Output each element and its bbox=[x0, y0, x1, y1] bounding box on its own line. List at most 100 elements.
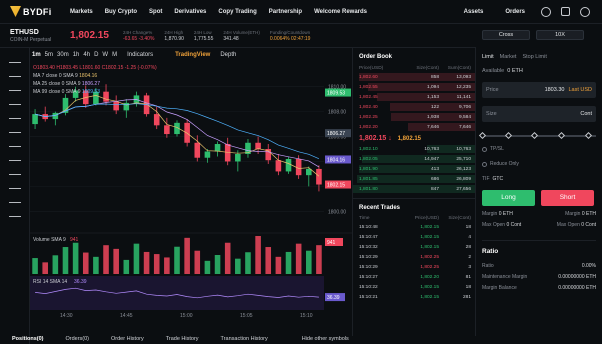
tab-trade-history[interactable]: Trade History bbox=[166, 336, 199, 344]
channel-icon[interactable] bbox=[9, 98, 21, 105]
slider-step[interactable] bbox=[504, 131, 513, 140]
chart-svg[interactable]: 1810.001808.001806.001804.001802.001800.… bbox=[30, 62, 352, 320]
reduce-only-checkbox[interactable]: Reduce Only bbox=[482, 161, 596, 167]
bid-row[interactable]: 1,802.10 10,763 10,763 bbox=[353, 144, 475, 154]
trash-icon[interactable] bbox=[9, 210, 21, 217]
trade-row[interactable]: 15:10:29 1,802.25 3 bbox=[353, 262, 475, 272]
horizontal-line-icon[interactable] bbox=[9, 84, 21, 91]
timeframe-1h[interactable]: 1h bbox=[73, 52, 80, 58]
mm-value: 0.00000000 ETH bbox=[558, 274, 596, 280]
trade-row[interactable]: 15:10:29 1,802.25 2 bbox=[353, 252, 475, 262]
trade-row[interactable]: 15:10:27 1,802.20 81 bbox=[353, 272, 475, 282]
trade-row[interactable]: 15:10:48 1,802.15 18 bbox=[353, 222, 475, 232]
nav-copy-trading[interactable]: Copy Trading bbox=[212, 9, 262, 15]
price-suffix[interactable]: Last USD bbox=[568, 87, 592, 93]
cell-size: 1,802.15 bbox=[420, 284, 439, 290]
timeframe-30m[interactable]: 30m bbox=[57, 52, 69, 58]
nav-derivatives[interactable]: Derivatives bbox=[168, 9, 212, 15]
price-input[interactable]: Price 1803.30 Last USD bbox=[482, 82, 596, 98]
leverage-button[interactable]: 10X bbox=[536, 30, 584, 40]
cross-margin-button[interactable]: Cross bbox=[482, 30, 530, 40]
nav-orders[interactable]: Orders bbox=[499, 9, 531, 15]
pitchfork-icon[interactable] bbox=[9, 112, 21, 119]
tif-label: TIF bbox=[482, 176, 490, 182]
nav-buy-crypto[interactable]: Buy Crypto bbox=[99, 9, 143, 15]
tab-positions[interactable]: Positions(0) bbox=[12, 336, 43, 344]
tab-transaction-history[interactable]: Transaction History bbox=[221, 336, 268, 344]
timeframe-d[interactable]: D bbox=[94, 52, 98, 58]
tab-market[interactable]: Market bbox=[500, 54, 517, 60]
cell-price: 1,801.80 bbox=[359, 186, 378, 192]
user-icon[interactable] bbox=[541, 6, 551, 17]
ask-row[interactable]: 1,802.55 1,094 12,235 bbox=[353, 82, 475, 92]
nav-partnership[interactable]: Partnership bbox=[263, 9, 308, 15]
nav-welcome-rewards[interactable]: Welcome Rewards bbox=[308, 9, 373, 15]
depth-tab[interactable]: Depth bbox=[220, 52, 236, 58]
short-button[interactable]: Short bbox=[541, 190, 594, 206]
mid-price-value: 1,802.15 bbox=[359, 135, 387, 142]
cell-price: 15:10:21 bbox=[359, 294, 378, 300]
lock-icon[interactable] bbox=[9, 182, 21, 189]
hide-other-symbols[interactable]: Hide other symbols bbox=[302, 336, 349, 344]
download-icon[interactable] bbox=[561, 7, 570, 16]
bid-row[interactable]: 1,801.85 686 26,809 bbox=[353, 174, 475, 184]
ask-row[interactable]: 1,802.20 7,646 7,646 bbox=[353, 122, 475, 132]
margin-balance-row: Margin Balance 0.00000000 ETH bbox=[482, 285, 596, 291]
crosshair-icon[interactable] bbox=[9, 56, 21, 63]
timeframe-4h[interactable]: 4h bbox=[83, 52, 90, 58]
pattern-icon[interactable] bbox=[9, 140, 21, 147]
ask-row[interactable]: 1,802.25 1,938 9,584 bbox=[353, 112, 475, 122]
nav-spot[interactable]: Spot bbox=[143, 9, 168, 15]
ask-row[interactable]: 1,802.60 858 13,093 bbox=[353, 72, 475, 82]
eye-icon[interactable] bbox=[9, 196, 21, 203]
ruler-icon[interactable] bbox=[9, 154, 21, 161]
bottom-tabs: Positions(0) Orders(0) Order History Tra… bbox=[0, 336, 476, 344]
slider-step[interactable] bbox=[557, 131, 566, 140]
size-slider[interactable] bbox=[478, 131, 596, 140]
symbol-name: ETHUSD bbox=[10, 28, 39, 36]
tradingview-tab[interactable]: TradingView bbox=[175, 52, 210, 58]
tab-orders[interactable]: Orders(0) bbox=[65, 336, 89, 344]
bid-row[interactable]: 1,801.80 847 27,656 bbox=[353, 184, 475, 194]
trendline-icon[interactable] bbox=[9, 70, 21, 77]
symbol-selector[interactable]: ETHUSD COIN-M Perpetual bbox=[0, 29, 70, 43]
timeframe-m[interactable]: M bbox=[112, 52, 117, 58]
legend-ma25-value: 1806.27 bbox=[81, 81, 100, 87]
mm-label: Maintenance Margin bbox=[482, 274, 528, 280]
ask-row[interactable]: 1,802.45 1,153 11,141 bbox=[353, 92, 475, 102]
size-unit[interactable]: Cont bbox=[580, 111, 592, 117]
slider-handle[interactable] bbox=[478, 131, 487, 140]
tif-select[interactable]: TIF GTC bbox=[482, 176, 596, 182]
text-icon[interactable] bbox=[9, 126, 21, 133]
timeframe-1m[interactable]: 1m bbox=[32, 52, 41, 58]
trade-row[interactable]: 15:10:47 1,802.15 4 bbox=[353, 232, 475, 242]
tab-stop-limit[interactable]: Stop Limit bbox=[522, 54, 546, 60]
timeframe-w[interactable]: W bbox=[102, 52, 108, 58]
top-navigation: BYDFi Markets Buy Crypto Spot Derivative… bbox=[0, 0, 602, 24]
indicators-button[interactable]: Indicators bbox=[127, 52, 153, 58]
ask-row[interactable]: 1,802.40 122 9,706 bbox=[353, 102, 475, 112]
size-input[interactable]: Size Cont bbox=[482, 106, 596, 122]
nav-markets[interactable]: Markets bbox=[64, 9, 99, 15]
bid-row[interactable]: 1,802.05 14,947 25,710 bbox=[353, 154, 475, 164]
trade-row[interactable]: 15:10:32 1,802.15 28 bbox=[353, 242, 475, 252]
tab-limit[interactable]: Limit bbox=[482, 54, 494, 60]
bid-row[interactable]: 1,801.90 413 26,123 bbox=[353, 164, 475, 174]
slider-step[interactable] bbox=[584, 131, 593, 140]
trade-row[interactable]: 15:10:21 1,802.15 281 bbox=[353, 292, 475, 302]
volume-bar bbox=[204, 260, 211, 274]
magnet-icon[interactable] bbox=[9, 168, 21, 175]
long-button[interactable]: Long bbox=[482, 190, 535, 206]
timeframe-5m[interactable]: 5m bbox=[45, 52, 53, 58]
cell-price: 15:10:29 bbox=[359, 264, 378, 270]
tab-order-history[interactable]: Order History bbox=[111, 336, 144, 344]
trade-row[interactable]: 15:10:22 1,802.15 18 bbox=[353, 282, 475, 292]
price-tag: 1809.53 bbox=[327, 91, 345, 97]
drawing-toolbar bbox=[0, 48, 30, 344]
logo[interactable]: BYDFi bbox=[0, 6, 64, 17]
tpsl-checkbox[interactable]: TP/SL bbox=[482, 146, 596, 152]
slider-step[interactable] bbox=[530, 131, 539, 140]
globe-icon[interactable] bbox=[580, 6, 590, 17]
nav-assets[interactable]: Assets bbox=[458, 9, 490, 15]
price-chart[interactable]: 1810.001808.001806.001804.001802.001800.… bbox=[30, 62, 352, 320]
